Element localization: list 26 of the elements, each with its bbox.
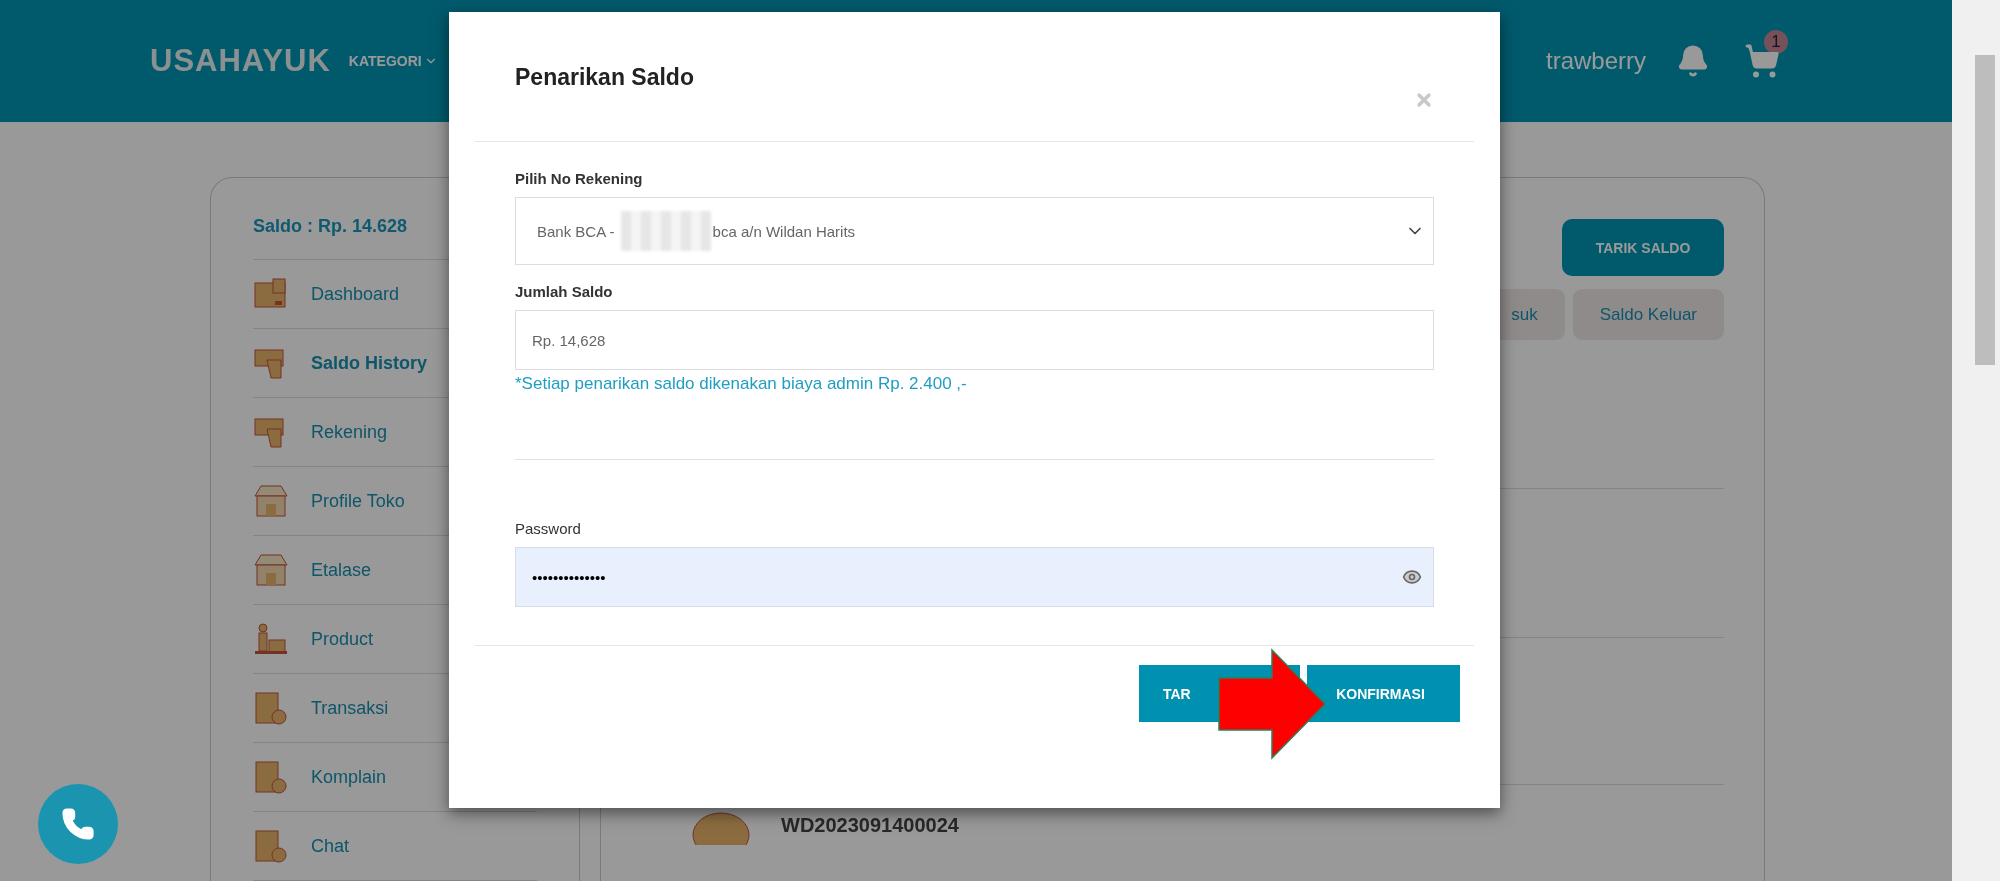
filter-tab[interactable]: Saldo Keluar [1572,289,1724,340]
dialog-title: Penarikan Saldo [515,64,694,91]
amount-field[interactable]: Rp. 14,628 [515,310,1434,370]
field-label: Pilih No Rekening [515,170,644,187]
sidebar-item[interactable]: Chat [253,812,537,881]
sidebar-item-icon [253,484,289,518]
phone-icon [61,807,95,841]
password-field[interactable]: •••••••••••••• [515,547,1434,607]
category-menu[interactable]: KATEGORI [348,53,438,69]
cart-count-badge: 1 [1764,30,1788,54]
account-select[interactable]: Bank BCA - bca a/n Wildan Harits [515,197,1434,265]
eye-icon[interactable] [1402,567,1422,587]
scrollbar[interactable] [1952,0,2000,881]
sidebar-item-icon [253,760,289,794]
sidebar-item-icon [253,622,289,656]
sidebar-item-icon [253,553,289,587]
transaction-id: WD2023091400024 [781,813,959,837]
sidebar-item-icon [253,691,289,725]
user-name[interactable]: trawberry [1545,47,1646,75]
confirm-button[interactable]: KONFIRMASI [1307,665,1460,722]
site-logo[interactable]: USAHAYUK [150,43,331,79]
bell-icon[interactable] [1676,44,1710,78]
withdraw-button[interactable]: TARIK SALDO [1562,219,1724,276]
close-icon[interactable] [1414,90,1434,110]
sidebar-item-icon [253,277,289,311]
sidebar-item-icon [253,829,289,863]
